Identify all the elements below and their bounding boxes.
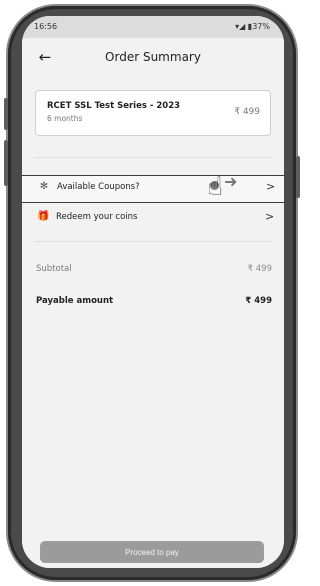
payable-value: ₹ 499 bbox=[245, 296, 272, 306]
status-time: 16:56 bbox=[34, 22, 58, 31]
payable-label: Payable amount bbox=[36, 296, 114, 306]
side-button-right bbox=[296, 156, 300, 198]
proceed-to-pay-button[interactable]: Proceed to pay bbox=[40, 541, 264, 563]
pointer-hand-icon: ☝ bbox=[207, 172, 223, 202]
coupon-icon: ✻ bbox=[39, 181, 49, 192]
redeem-coins-row[interactable]: 🎁 Redeem your coins > bbox=[22, 206, 284, 230]
divider bbox=[34, 241, 272, 242]
subtotal-label: Subtotal bbox=[36, 264, 72, 274]
payable-row: Payable amount ₹ 499 bbox=[36, 296, 272, 312]
redeem-coins-label: Redeem your coins bbox=[56, 212, 138, 222]
divider bbox=[34, 157, 272, 158]
content-area bbox=[22, 76, 284, 568]
product-duration: 6 months bbox=[47, 114, 83, 123]
power-button bbox=[4, 98, 8, 130]
chevron-right-icon: > bbox=[265, 210, 275, 223]
page-title: Order Summary bbox=[105, 50, 201, 64]
subtotal-row: Subtotal ₹ 499 bbox=[36, 264, 272, 280]
status-bar: 16:56 ▾◢ ▮37% bbox=[22, 16, 284, 38]
product-price: ₹ 499 bbox=[234, 107, 260, 117]
subtotal-value: ₹ 499 bbox=[247, 264, 272, 274]
swipe-arrow-icon: ➜ bbox=[224, 172, 238, 191]
app-screen: 16:56 ▾◢ ▮37% ← Order Summary RCET SSL T… bbox=[22, 16, 284, 568]
status-icons: ▾◢ ▮37% bbox=[235, 22, 270, 31]
coupons-row[interactable]: ✻ Available Coupons? > bbox=[22, 175, 284, 203]
app-bar: ← Order Summary bbox=[22, 38, 284, 76]
product-name: RCET SSL Test Series - 2023 bbox=[47, 101, 181, 111]
gift-icon: 🎁 bbox=[37, 211, 50, 222]
product-card: RCET SSL Test Series - 2023 6 months ₹ 4… bbox=[35, 90, 271, 136]
coupons-label: Available Coupons? bbox=[57, 182, 140, 192]
volume-button bbox=[4, 140, 8, 186]
chevron-right-icon: > bbox=[266, 180, 276, 193]
